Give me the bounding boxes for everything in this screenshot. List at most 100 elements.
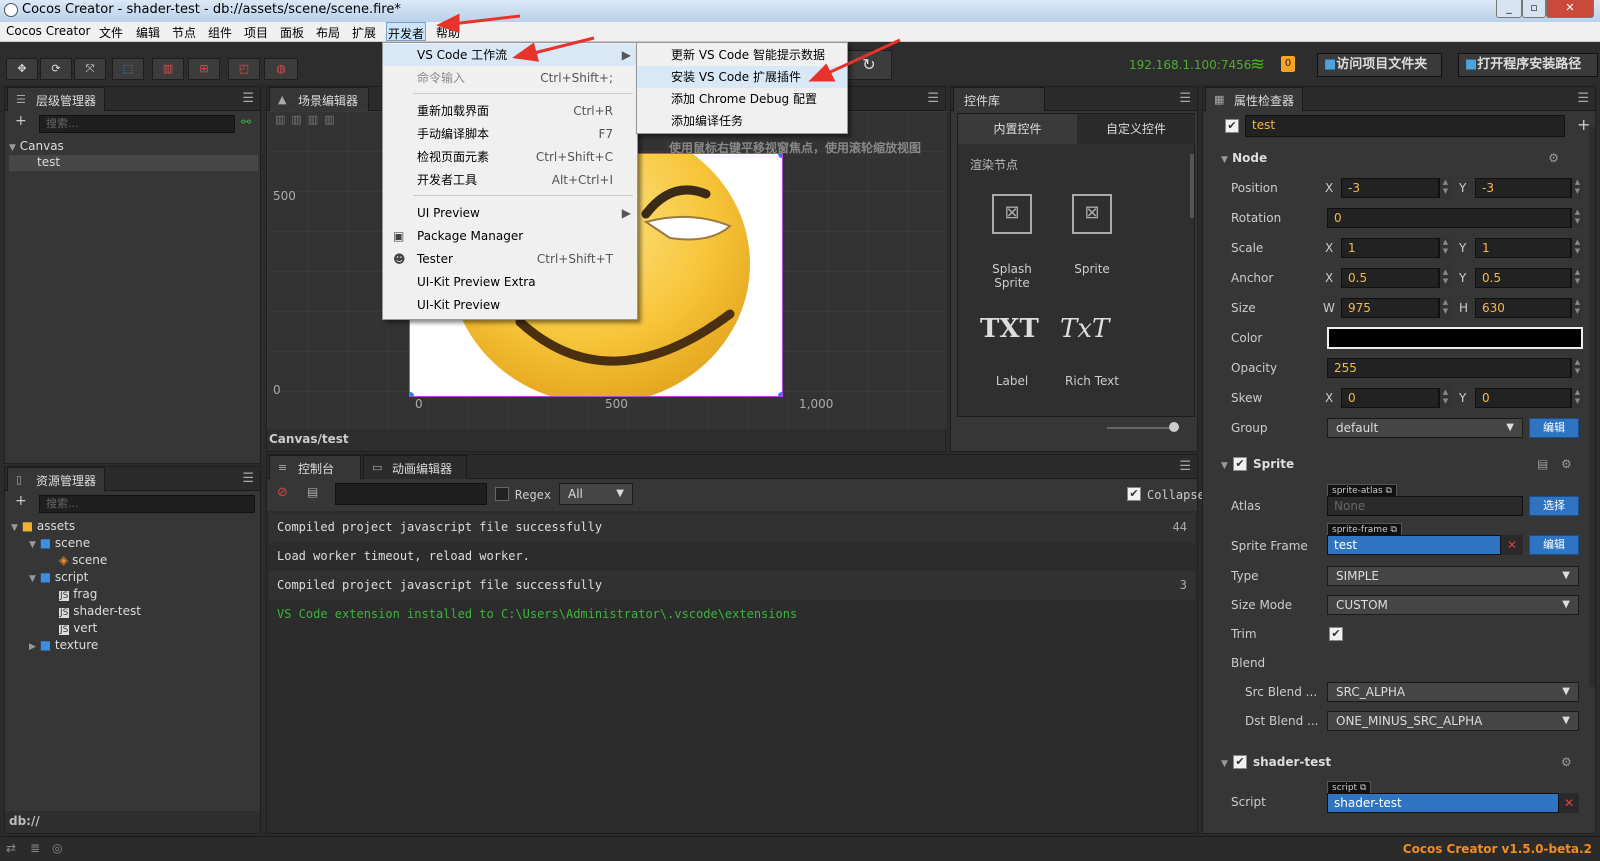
edit-sprite-frame-button[interactable]: 编辑 <box>1529 535 1579 555</box>
panel-menu-icon[interactable]: ☰ <box>1179 459 1191 474</box>
panel-menu-icon[interactable]: ☰ <box>1577 91 1589 106</box>
menu-item-vscode-workflow[interactable]: VS Code 工作流 ▶ <box>383 44 637 66</box>
size-mode-select[interactable]: CUSTOM ▼ <box>1327 595 1579 615</box>
gear-icon[interactable]: ⚙ <box>1561 457 1572 471</box>
tree-item-assets[interactable]: ▼ ■ assets <box>11 519 75 533</box>
menu-help[interactable]: 帮助 <box>436 24 460 41</box>
refresh-preview-button[interactable]: ↻ <box>846 50 892 80</box>
handle-top-right[interactable] <box>778 154 782 158</box>
maximize-button[interactable]: ▫ <box>1522 0 1546 18</box>
tree-item-scene-file[interactable]: ◈ scene <box>59 553 107 567</box>
tab-animation-editor[interactable]: ▭ 动画编辑器 <box>363 455 467 479</box>
select-atlas-button[interactable]: 选择 <box>1529 496 1579 516</box>
splash-sprite-icon[interactable]: ⊠ <box>992 194 1032 234</box>
menu-component[interactable]: 组件 <box>208 24 232 41</box>
menu-extension[interactable]: 扩展 <box>352 24 376 41</box>
scene-tab[interactable]: ▲ 场景编辑器 <box>269 87 369 111</box>
stepper[interactable]: ▲ ▼ <box>1571 298 1583 318</box>
doc-icon[interactable]: ▤ <box>1537 457 1548 471</box>
position-x-input[interactable]: -3 <box>1341 178 1439 198</box>
size-height-input[interactable]: 630 <box>1475 298 1571 318</box>
zoom-slider-thumb[interactable] <box>1169 422 1179 432</box>
add-node-button[interactable]: + <box>15 113 27 129</box>
regex-checkbox[interactable] <box>495 487 509 501</box>
assets-tab[interactable]: ▯ 资源管理器 <box>7 467 105 491</box>
shader-enabled-checkbox[interactable]: ✔ <box>1233 755 1247 769</box>
stepper[interactable]: ▲ ▼ <box>1571 388 1583 408</box>
stepper[interactable]: ▲ ▼ <box>1439 178 1451 198</box>
minimize-button[interactable]: _ <box>1496 0 1522 18</box>
log-row[interactable]: Compiled project javascript file success… <box>269 513 1195 542</box>
scale-tool-button[interactable]: ⤧ <box>74 58 106 80</box>
menu-item-uikit-preview-extra[interactable]: UI-Kit Preview Extra <box>383 271 637 293</box>
gear-icon[interactable]: ⚙ <box>1548 147 1559 169</box>
collapse-checkbox[interactable]: ✔ <box>1127 487 1141 501</box>
log-level-select[interactable]: All ▼ <box>559 483 633 505</box>
assets-search-input[interactable]: 搜索... <box>39 495 255 513</box>
size-width-input[interactable]: 975 <box>1341 298 1439 318</box>
menu-cocos-creator[interactable]: Cocos Creator <box>6 24 91 38</box>
stepper[interactable]: ▲ ▼ <box>1439 238 1451 258</box>
clear-console-icon[interactable]: ⊘ <box>277 485 288 500</box>
hierarchy-search-input[interactable]: 搜索... <box>39 115 235 133</box>
tree-item-test[interactable]: test <box>9 155 258 171</box>
trim-checkbox[interactable]: ✔ <box>1329 627 1343 641</box>
close-window-button[interactable]: ✕ <box>1546 0 1594 18</box>
menu-edit[interactable]: 编辑 <box>136 24 160 41</box>
stepper[interactable]: ▲ ▼ <box>1439 298 1451 318</box>
log-row[interactable]: Compiled project javascript file success… <box>269 571 1195 600</box>
position-y-input[interactable]: -3 <box>1475 178 1571 198</box>
scale-x-input[interactable]: 1 <box>1341 238 1439 258</box>
richtext-widget-icon[interactable]: TxT <box>1060 314 1109 344</box>
label-widget-icon[interactable]: TXT <box>980 314 1039 344</box>
tree-item-script-folder[interactable]: ▼ ■ script <box>29 570 88 584</box>
menu-panel[interactable]: 面板 <box>280 24 304 41</box>
rotate-tool-button[interactable]: ⟳ <box>40 58 72 80</box>
inspector-scrollbar[interactable] <box>1589 127 1595 687</box>
tree-item-shader-test[interactable]: JS shader-test <box>59 604 141 618</box>
move-tool-button[interactable]: ✥ <box>6 58 38 80</box>
menu-node[interactable]: 节点 <box>172 24 196 41</box>
menu-project[interactable]: 项目 <box>244 24 268 41</box>
sprite-enabled-checkbox[interactable]: ✔ <box>1233 457 1247 471</box>
stepper[interactable]: ▲ ▼ <box>1439 268 1451 288</box>
preview-device-button[interactable]: ◰ <box>228 58 260 80</box>
node-section-header[interactable]: ▼ Node ⚙ <box>1203 147 1595 169</box>
add-asset-button[interactable]: + <box>15 493 27 509</box>
hierarchy-tab[interactable]: ☰ 层级管理器 <box>7 87 105 111</box>
menu-item-add-compile-task[interactable]: 添加编译任务 <box>637 110 847 132</box>
skew-y-input[interactable]: 0 <box>1475 388 1571 408</box>
pivot-center-button[interactable]: ⊞ <box>188 58 220 80</box>
notification-badge[interactable]: 0 <box>1281 56 1295 72</box>
menu-item-tester[interactable]: ☻ Tester Ctrl+Shift+T <box>383 248 637 270</box>
visibility-icon[interactable]: ◎ <box>52 841 62 855</box>
sync-icon[interactable]: ⇄ <box>6 841 16 855</box>
console-filter-input[interactable] <box>335 483 487 505</box>
anchor-x-input[interactable]: 0.5 <box>1341 268 1439 288</box>
atlas-field[interactable]: None <box>1327 496 1523 516</box>
stepper[interactable]: ▲ ▼ <box>1571 238 1583 258</box>
menu-item-command-input[interactable]: 命令输入 Ctrl+Shift+; <box>383 67 637 89</box>
rotation-input[interactable]: 0 <box>1327 208 1571 228</box>
tab-console[interactable]: ≡ 控制台 <box>269 455 361 479</box>
dst-blend-select[interactable]: ONE_MINUS_SRC_ALPHA ▼ <box>1327 711 1579 731</box>
gear-icon[interactable]: ⚙ <box>1561 755 1572 769</box>
tree-item-texture-folder[interactable]: ▶ ■ texture <box>29 638 98 652</box>
menu-item-devtools[interactable]: 开发者工具 Alt+Ctrl+I <box>383 169 637 191</box>
stepper[interactable]: ▲ ▼ <box>1571 208 1583 228</box>
inspector-tab[interactable]: ▦ 属性检查器 <box>1205 87 1303 111</box>
script-field[interactable]: shader-test <box>1327 793 1559 813</box>
rect-tool-button[interactable]: ⬚ <box>112 58 144 80</box>
sprite-frame-field[interactable]: test <box>1327 535 1501 555</box>
edit-group-button[interactable]: 编辑 <box>1529 418 1579 438</box>
widget-scrollbar[interactable] <box>1190 154 1194 218</box>
widget-library-tab[interactable]: 控件库 <box>953 87 1045 111</box>
open-log-file-icon[interactable]: ▤ <box>307 485 318 499</box>
scale-y-input[interactable]: 1 <box>1475 238 1571 258</box>
menu-item-inspect-element[interactable]: 检视页面元素 Ctrl+Shift+C <box>383 146 637 168</box>
tab-custom-widgets[interactable]: 自定义控件 <box>1077 114 1195 144</box>
node-name-input[interactable]: test <box>1245 115 1565 137</box>
local-global-button[interactable]: ▥ <box>152 58 184 80</box>
open-install-path-button[interactable]: ■打开程序安装路径 <box>1458 53 1598 77</box>
scene-snap-button[interactable]: ◍ <box>264 58 298 80</box>
